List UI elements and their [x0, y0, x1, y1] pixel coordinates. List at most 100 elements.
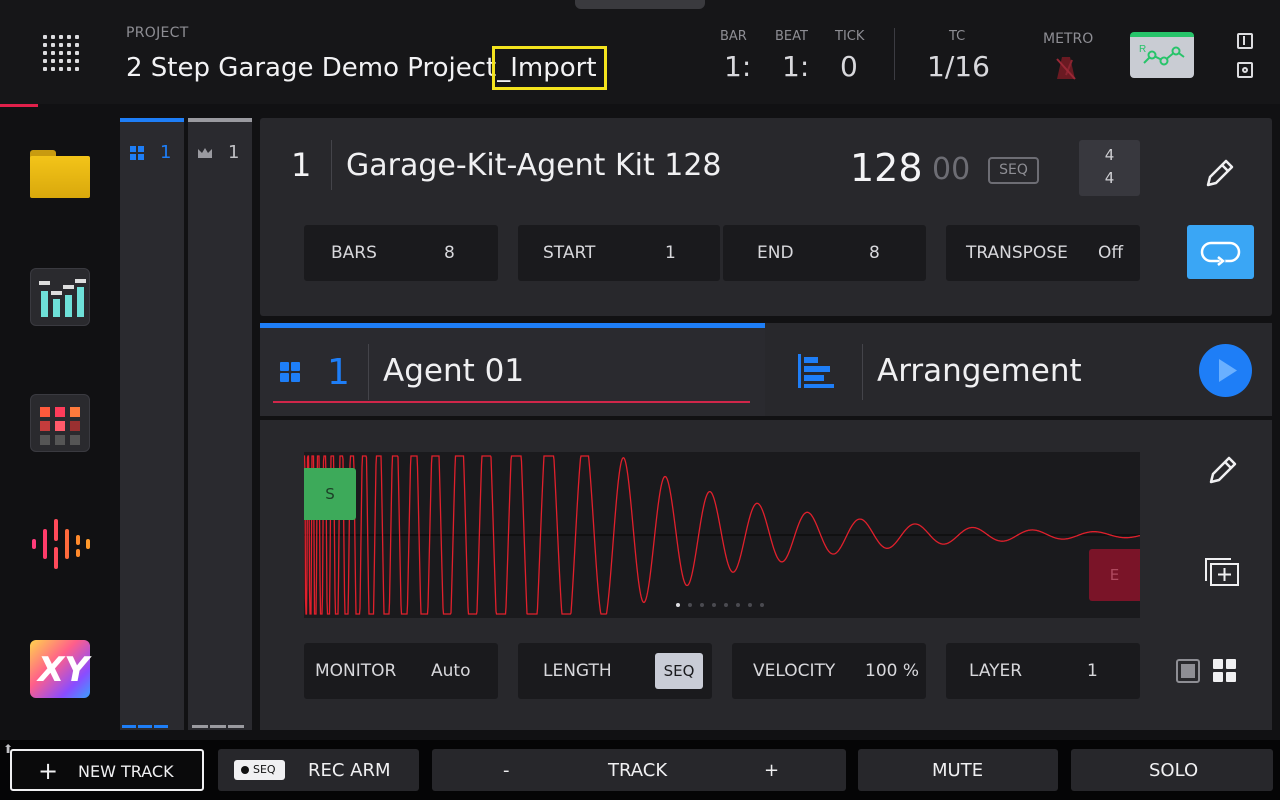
crown-icon: [198, 148, 212, 158]
solo-button[interactable]: SOLO: [1071, 749, 1273, 791]
rec-arm-button[interactable]: SEQ REC ARM: [218, 749, 419, 791]
xy-fx-icon[interactable]: XY: [30, 640, 90, 698]
divider: [894, 28, 895, 80]
arrangement-icon[interactable]: [798, 354, 836, 388]
strip-number: 1: [228, 142, 240, 163]
timesig-denominator: 4: [1104, 169, 1115, 187]
metro-label: METRO: [1043, 31, 1094, 47]
monitor-label: MONITOR: [315, 661, 397, 681]
arrangement-label[interactable]: Arrangement: [877, 353, 1082, 389]
record-view-icon[interactable]: [1237, 62, 1253, 78]
menu-grid-icon[interactable]: [43, 35, 79, 71]
track-number[interactable]: 1: [327, 352, 350, 393]
mute-label: MUTE: [932, 760, 984, 781]
start-value: 1: [665, 243, 676, 263]
beat-value[interactable]: 1:: [782, 50, 809, 83]
page-dot: [724, 603, 728, 607]
sequence-number[interactable]: 1: [291, 146, 311, 184]
tc-value[interactable]: 1/16: [927, 50, 990, 83]
layer-value: 1: [1087, 661, 1098, 681]
play-icon: [1219, 359, 1237, 382]
rec-arm-badge: SEQ: [234, 760, 285, 780]
velocity-field[interactable]: VELOCITY 100 %: [732, 643, 926, 699]
track-strip-1[interactable]: 1: [120, 118, 184, 730]
beat-label: BEAT: [775, 29, 808, 44]
length-seq-toggle[interactable]: SEQ: [655, 653, 703, 689]
page-dot: [736, 603, 740, 607]
tempo-mode-badge[interactable]: SEQ: [988, 157, 1039, 184]
track-color-underline: [273, 401, 750, 403]
single-pad-view-icon[interactable]: [1176, 659, 1200, 683]
track-stepper-label: TRACK: [608, 760, 668, 781]
velocity-label: VELOCITY: [753, 661, 836, 681]
plus-icon: +: [38, 757, 59, 785]
sequence-name[interactable]: Garage-Kit-Agent Kit 128: [346, 148, 722, 183]
mute-button[interactable]: MUTE: [858, 749, 1058, 791]
bars-field[interactable]: BARS 8: [304, 225, 498, 281]
track-grid-icon: [280, 362, 302, 384]
sample-edit-icon[interactable]: [30, 515, 90, 573]
progress-indicator: [0, 104, 38, 107]
track-next-button[interactable]: +: [764, 760, 779, 781]
divider: [368, 344, 369, 400]
page-dot: [712, 603, 716, 607]
length-label: LENGTH: [543, 661, 612, 681]
end-value: 8: [869, 243, 880, 263]
project-name[interactable]: 2 Step Garage Demo Project_Import: [126, 46, 607, 90]
end-field[interactable]: END 8: [723, 225, 926, 281]
transpose-field[interactable]: TRANSPOSE Off: [946, 225, 1140, 281]
project-label: PROJECT: [126, 25, 189, 41]
page-dot: [700, 603, 704, 607]
bpm-fraction[interactable]: 00: [932, 152, 970, 187]
project-name-text: 2 Step Garage Demo Project: [126, 53, 497, 83]
track-name[interactable]: Agent 01: [383, 353, 524, 389]
track-stepper[interactable]: - TRACK +: [432, 749, 846, 791]
time-signature[interactable]: 4 4: [1079, 140, 1140, 196]
page-dot: [676, 603, 680, 607]
monitor-value: Auto: [431, 661, 471, 681]
length-field[interactable]: LENGTH SEQ: [518, 643, 712, 699]
pad-mixer-icon[interactable]: [30, 394, 90, 452]
page-dot: [688, 603, 692, 607]
pad-grid-view-icon[interactable]: [1213, 659, 1237, 683]
tick-label: TICK: [835, 29, 865, 44]
bpm-value[interactable]: 128: [850, 146, 923, 190]
monitor-field[interactable]: MONITOR Auto: [304, 643, 498, 699]
page-dot: [760, 603, 764, 607]
automation-letter: R: [1139, 44, 1146, 55]
tick-value[interactable]: 0: [840, 50, 858, 83]
end-marker[interactable]: E: [1089, 549, 1140, 601]
play-button[interactable]: [1199, 344, 1252, 397]
project-name-highlight: _Import: [492, 46, 607, 90]
page-dot: [748, 603, 752, 607]
waveform: [304, 455, 1140, 615]
add-layer-icon[interactable]: [1203, 555, 1241, 589]
end-label: END: [757, 243, 794, 263]
waveform-view[interactable]: [304, 452, 1140, 618]
info-icon[interactable]: [1237, 33, 1253, 49]
new-track-button[interactable]: + NEW TRACK: [10, 749, 204, 791]
browser-folder-icon[interactable]: [30, 150, 90, 200]
track-prev-button[interactable]: -: [503, 760, 510, 781]
divider: [862, 344, 863, 400]
new-track-label: NEW TRACK: [78, 762, 174, 781]
layer-field[interactable]: LAYER 1: [946, 643, 1140, 699]
edit-pencil-icon[interactable]: [1203, 452, 1241, 490]
start-field[interactable]: START 1: [518, 225, 720, 281]
rec-arm-badge-text: SEQ: [253, 763, 276, 776]
track-strip-2[interactable]: 1: [188, 118, 252, 730]
metronome-icon[interactable]: [1055, 55, 1077, 81]
solo-label: SOLO: [1149, 760, 1199, 781]
mixer-icon[interactable]: [30, 268, 90, 326]
top-pull-tab[interactable]: [575, 0, 705, 9]
transpose-value: Off: [1098, 243, 1124, 263]
edit-pencil-icon[interactable]: [1200, 155, 1238, 193]
loop-icon: [1200, 241, 1241, 269]
start-marker[interactable]: S: [304, 468, 356, 520]
strip-number: 1: [160, 142, 172, 163]
strip-meter: [192, 725, 246, 728]
loop-button[interactable]: [1187, 225, 1254, 279]
bar-value[interactable]: 1:: [724, 50, 751, 83]
automation-button[interactable]: R: [1130, 32, 1194, 78]
bars-label: BARS: [331, 243, 377, 263]
